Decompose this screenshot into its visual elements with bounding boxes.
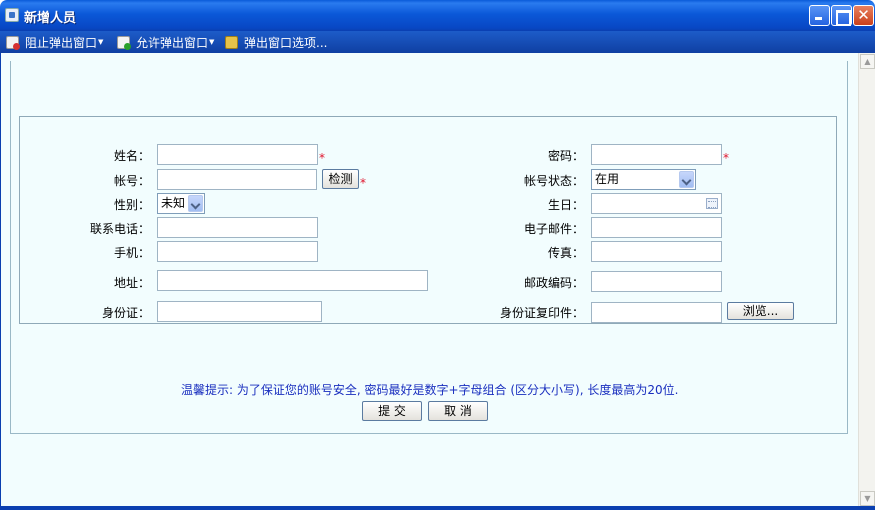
account-input[interactable] xyxy=(157,169,317,190)
scroll-down-icon[interactable]: ▼ xyxy=(860,491,875,506)
allow-popup-icon xyxy=(117,35,131,50)
window-icon xyxy=(5,8,19,22)
email-label: 电子邮件： xyxy=(523,222,584,236)
id-card-input[interactable] xyxy=(157,301,322,322)
minimize-icon xyxy=(810,6,829,25)
gender-select[interactable]: 未知 xyxy=(157,193,205,214)
address-input[interactable] xyxy=(157,270,428,291)
allow-popup-menu[interactable]: 允许弹出窗口 ▼ xyxy=(117,34,214,50)
fax-input[interactable] xyxy=(591,241,722,262)
id-copy-file-input[interactable] xyxy=(591,302,722,323)
popup-options-menu[interactable]: 弹出窗口选项... xyxy=(225,34,327,50)
account-status-select[interactable]: 在用 xyxy=(591,169,696,190)
vertical-scrollbar[interactable]: ▲ ▼ xyxy=(858,53,875,507)
name-label: 姓名： xyxy=(113,149,150,163)
address-label: 地址： xyxy=(113,276,150,290)
browse-button[interactable]: 浏览... xyxy=(727,302,794,320)
postcode-label: 邮政编码： xyxy=(523,276,584,290)
scroll-up-icon[interactable]: ▲ xyxy=(860,54,875,69)
id-card-label: 身份证： xyxy=(101,306,150,320)
password-required-mark: * xyxy=(723,151,729,165)
dropdown-arrow-icon: ▼ xyxy=(98,38,104,46)
birthday-input[interactable] xyxy=(591,193,722,214)
fax-label: 传真： xyxy=(547,246,584,260)
gender-value: 未知 xyxy=(161,196,186,210)
popup-toolbar: 阻止弹出窗口 ▼ 允许弹出窗口 ▼ 弹出窗口选项... xyxy=(0,31,875,53)
close-button[interactable]: ✕ xyxy=(853,5,874,26)
title-bar[interactable]: 新增人员 ✕ xyxy=(0,0,875,31)
cancel-button[interactable]: 取 消 xyxy=(428,401,488,421)
maximize-icon xyxy=(832,6,851,26)
close-icon: ✕ xyxy=(857,6,870,24)
email-input[interactable] xyxy=(591,217,722,238)
account-required-mark: * xyxy=(360,176,366,190)
name-required-mark: * xyxy=(319,151,325,165)
window-title: 新增人员 xyxy=(24,11,77,26)
block-popup-label: 阻止弹出窗口 xyxy=(25,35,98,50)
submit-button[interactable]: 提 交 xyxy=(362,401,422,421)
dropdown-arrow-icon: ▼ xyxy=(209,38,215,46)
mobile-input[interactable] xyxy=(157,241,318,262)
gender-label: 性别： xyxy=(113,198,150,212)
block-popup-icon xyxy=(6,35,20,50)
password-hint: 温馨提示: 为了保证您的账号安全, 密码最好是数字+字母组合 (区分大小写), … xyxy=(181,383,679,397)
account-status-value: 在用 xyxy=(595,172,620,186)
password-input[interactable] xyxy=(591,144,722,165)
window-bottom-border xyxy=(0,506,875,510)
mobile-label: 手机： xyxy=(113,246,150,260)
check-account-button[interactable]: 检测 xyxy=(322,169,359,189)
name-input[interactable] xyxy=(157,144,318,165)
minimize-button[interactable] xyxy=(809,5,830,26)
phone-label: 联系电话： xyxy=(89,222,150,236)
phone-input[interactable] xyxy=(157,217,318,238)
chevron-down-icon[interactable] xyxy=(679,171,694,188)
block-popup-menu[interactable]: 阻止弹出窗口 ▼ xyxy=(6,34,103,50)
account-label: 帐号： xyxy=(113,174,150,188)
chevron-down-icon[interactable] xyxy=(188,195,203,212)
birthday-label: 生日： xyxy=(547,198,584,212)
calendar-icon[interactable] xyxy=(706,198,718,209)
postcode-input[interactable] xyxy=(591,271,722,292)
id-copy-label: 身份证复印件： xyxy=(499,306,584,320)
allow-popup-label: 允许弹出窗口 xyxy=(136,35,209,50)
popup-options-icon xyxy=(225,35,238,49)
maximize-button[interactable] xyxy=(831,5,852,26)
popup-options-label: 弹出窗口选项... xyxy=(244,35,328,50)
password-label: 密码： xyxy=(547,149,584,163)
account-status-label: 帐号状态： xyxy=(523,174,584,188)
